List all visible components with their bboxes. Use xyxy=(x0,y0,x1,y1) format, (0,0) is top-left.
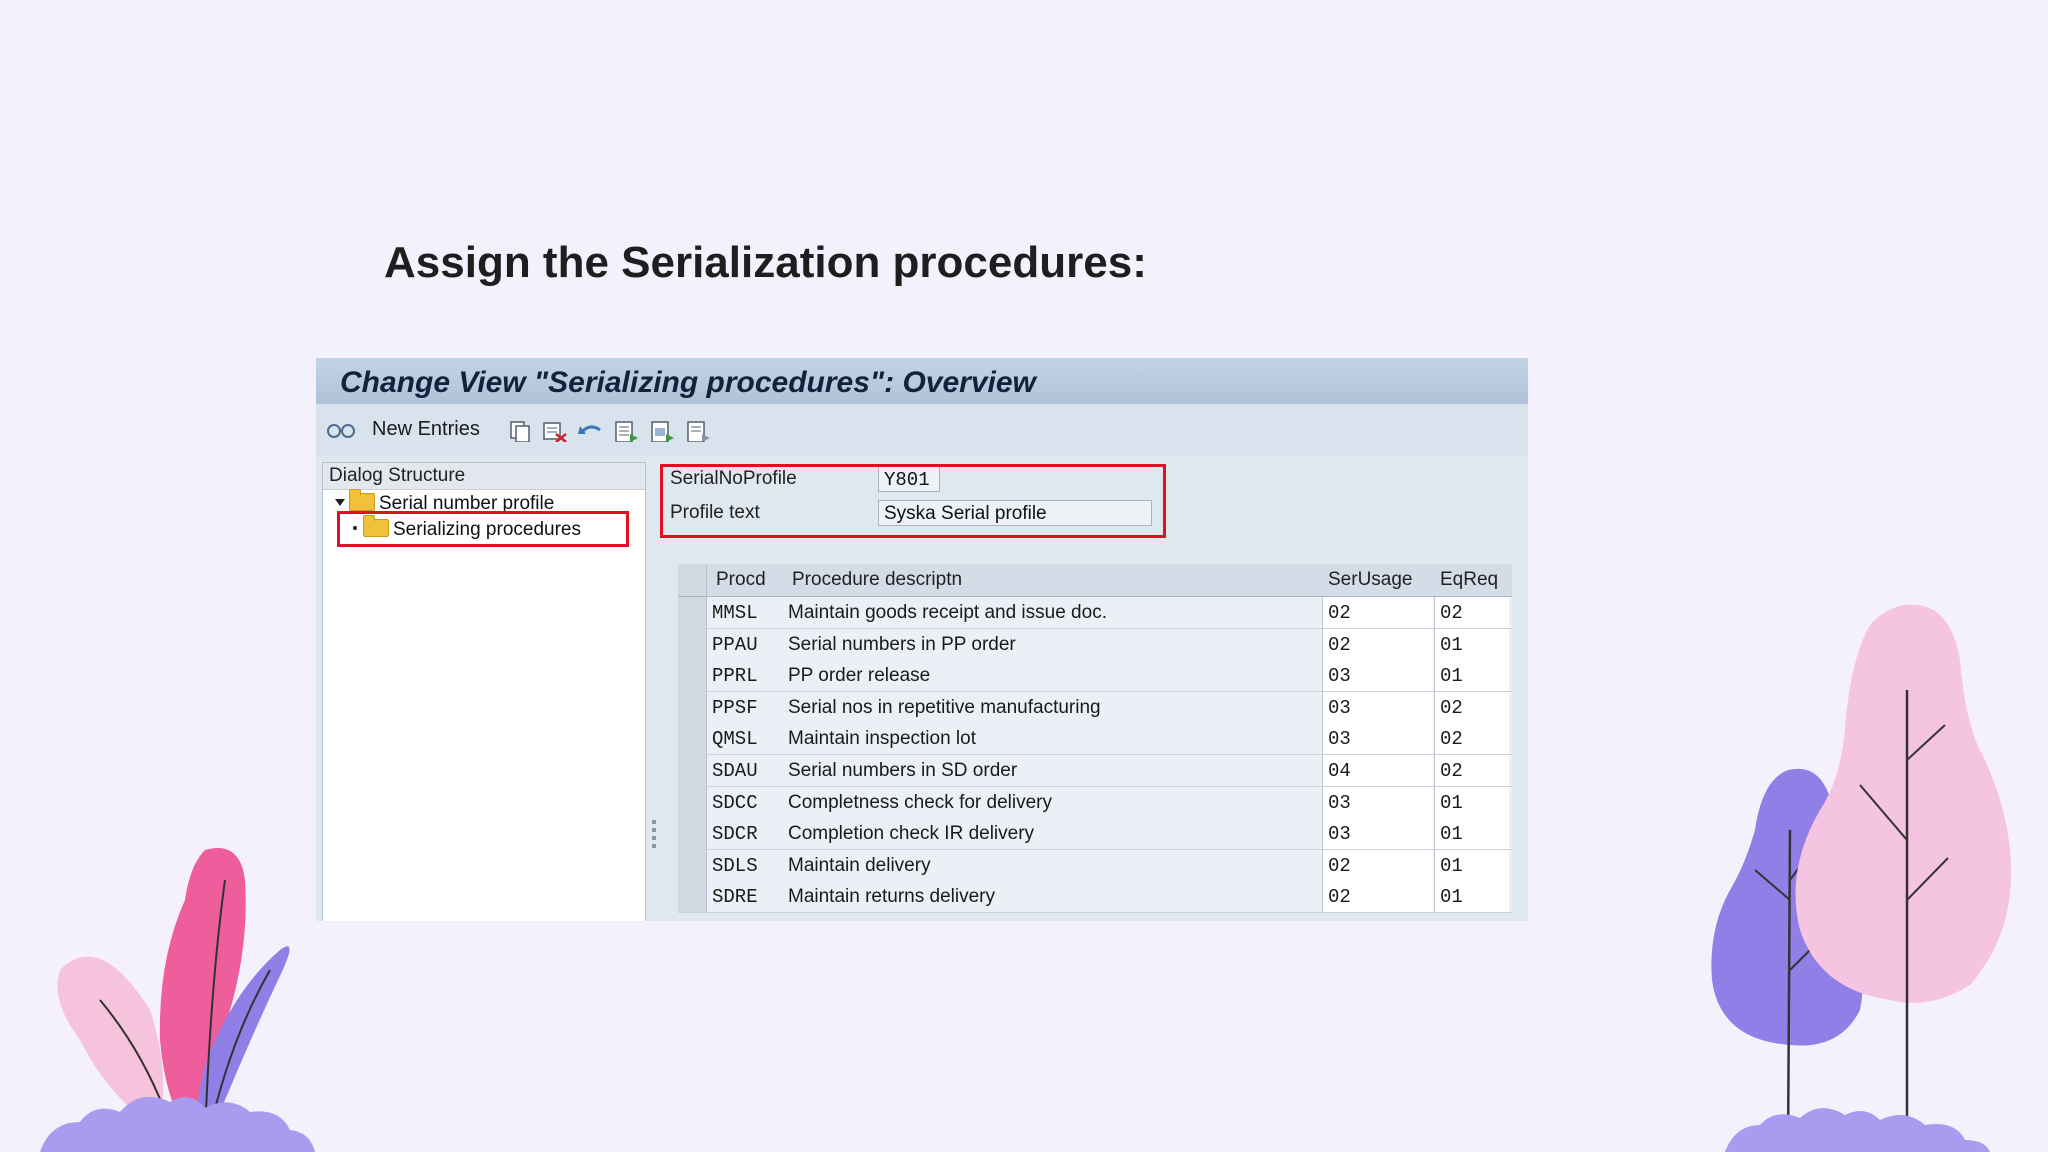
table-row[interactable]: PPAU Serial numbers in PP order 02 01 xyxy=(678,628,1512,661)
cell-description: Serial numbers in SD order xyxy=(788,760,1018,781)
cell-eqreq: 01 xyxy=(1440,633,1463,656)
slide-title: Assign the Serialization procedures: xyxy=(384,238,1147,287)
cell-serusage: 03 xyxy=(1328,696,1351,719)
select-block-icon[interactable] xyxy=(650,420,676,442)
cell-eqreq: 02 xyxy=(1440,602,1463,624)
cell-procd: SDRE xyxy=(712,886,758,909)
row-selector[interactable] xyxy=(678,881,707,913)
cell-serusage: 03 xyxy=(1328,728,1351,751)
column-header-procd[interactable]: Procd xyxy=(716,569,766,591)
row-selector[interactable] xyxy=(678,786,707,818)
folder-icon xyxy=(349,489,375,511)
cell-serusage: 02 xyxy=(1328,633,1351,656)
cell-serusage: 03 xyxy=(1328,665,1351,688)
column-header-eqreq[interactable]: EqReq xyxy=(1440,569,1498,591)
cell-serusage: 03 xyxy=(1328,791,1351,814)
table-row[interactable]: SDRE Maintain returns delivery 02 01 xyxy=(678,881,1512,914)
cell-description: Serial numbers in PP order xyxy=(788,633,1016,655)
row-selector[interactable] xyxy=(678,691,707,723)
cell-serusage: 02 xyxy=(1328,886,1351,909)
row-selector[interactable] xyxy=(678,755,707,786)
splitter-handle[interactable] xyxy=(652,820,656,852)
cell-eqreq: 02 xyxy=(1440,760,1463,782)
row-selector[interactable] xyxy=(678,849,707,881)
row-selector[interactable] xyxy=(678,818,707,850)
delete-icon[interactable] xyxy=(542,420,568,442)
cell-description: Maintain inspection lot xyxy=(788,728,976,750)
edit-glasses-icon[interactable] xyxy=(326,419,356,441)
undo-icon[interactable] xyxy=(578,420,604,442)
table-row[interactable]: MMSL Maintain goods receipt and issue doc… xyxy=(678,597,1512,629)
table-row[interactable]: PPSF Serial nos in repetitive manufacturi… xyxy=(678,691,1512,724)
dialog-structure-heading: Dialog Structure xyxy=(323,463,645,490)
cell-description: Maintain returns delivery xyxy=(788,886,995,908)
cell-eqreq: 01 xyxy=(1440,791,1463,814)
cell-procd: MMSL xyxy=(712,602,758,624)
table-row[interactable]: QMSL Maintain inspection lot 03 02 xyxy=(678,723,1512,756)
cell-procd: QMSL xyxy=(712,728,758,751)
highlight-box xyxy=(337,511,629,547)
row-selector[interactable] xyxy=(678,628,707,660)
table-row[interactable]: SDLS Maintain delivery 02 01 xyxy=(678,849,1512,882)
cell-description: Completness check for delivery xyxy=(788,791,1052,813)
cell-procd: SDAU xyxy=(712,760,758,782)
cell-description: Completion check IR delivery xyxy=(788,823,1035,845)
cell-eqreq: 01 xyxy=(1440,665,1463,688)
table-header: Procd Procedure descriptn SerUsage EqReq xyxy=(678,564,1512,597)
cell-procd: SDLS xyxy=(712,854,758,877)
sap-screenshot: Change View "Serializing procedures": Ov… xyxy=(316,358,1528,921)
cell-procd: PPRL xyxy=(712,665,758,688)
cell-description: Maintain goods receipt and issue doc. xyxy=(788,602,1107,623)
sap-toolbar: New Entries xyxy=(316,404,1528,456)
table-row[interactable]: PPRL PP order release 03 01 xyxy=(678,660,1512,693)
cell-description: Serial nos in repetitive manufacturing xyxy=(788,696,1101,718)
cell-procd: PPAU xyxy=(712,633,758,656)
highlight-box xyxy=(660,464,1166,538)
sap-title-bar: Change View "Serializing procedures": Ov… xyxy=(316,358,1528,404)
cell-eqreq: 01 xyxy=(1440,823,1463,846)
deselect-icon[interactable] xyxy=(686,420,712,442)
cell-serusage: 03 xyxy=(1328,823,1351,846)
cell-description: Maintain delivery xyxy=(788,854,931,876)
row-selector[interactable] xyxy=(678,597,707,628)
cell-procd: SDCR xyxy=(712,823,758,846)
cell-eqreq: 01 xyxy=(1440,886,1463,909)
window-title: Change View "Serializing procedures": Ov… xyxy=(340,366,1036,399)
expand-triangle-icon[interactable] xyxy=(335,499,345,506)
select-all-icon[interactable] xyxy=(614,420,640,442)
cell-serusage: 04 xyxy=(1328,760,1351,782)
cell-eqreq: 02 xyxy=(1440,696,1463,719)
cell-description: PP order release xyxy=(788,665,931,687)
cell-eqreq: 02 xyxy=(1440,728,1463,751)
copy-icon[interactable] xyxy=(508,420,532,442)
row-selector[interactable] xyxy=(678,660,707,692)
column-header-serusage[interactable]: SerUsage xyxy=(1328,569,1413,591)
new-entries-button[interactable]: New Entries xyxy=(372,418,480,441)
cell-eqreq: 01 xyxy=(1440,854,1463,877)
cell-procd: PPSF xyxy=(712,696,758,719)
cell-serusage: 02 xyxy=(1328,602,1351,624)
row-selector[interactable] xyxy=(678,723,707,755)
cell-serusage: 02 xyxy=(1328,854,1351,877)
column-header-description[interactable]: Procedure descriptn xyxy=(792,569,962,591)
decorative-trees-right xyxy=(1711,604,2012,1152)
table-row[interactable]: SDAU Serial numbers in SD order 04 02 xyxy=(678,755,1512,787)
table-row[interactable]: SDCC Completness check for delivery 03 01 xyxy=(678,786,1512,819)
cell-procd: SDCC xyxy=(712,791,758,814)
dialog-structure-panel: Dialog Structure Serial number profile S… xyxy=(322,462,646,921)
table-row[interactable]: SDCR Completion check IR delivery 03 01 xyxy=(678,818,1512,851)
decorative-leaves-left xyxy=(40,848,315,1152)
select-all-column[interactable] xyxy=(678,564,707,596)
